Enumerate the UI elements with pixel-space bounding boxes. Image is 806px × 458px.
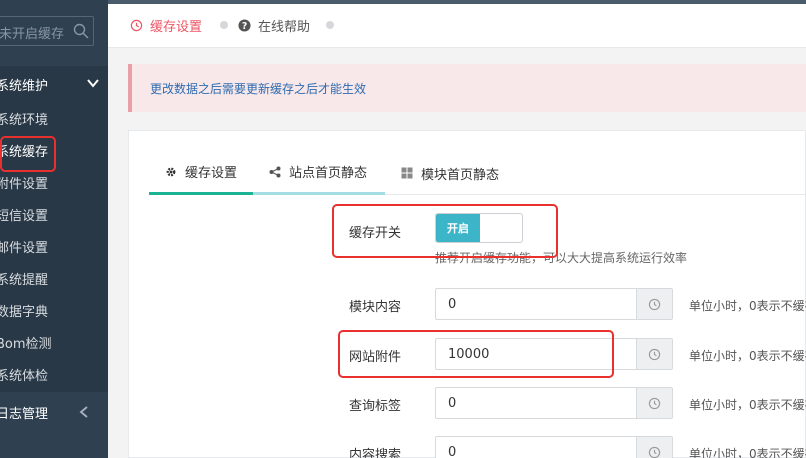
highlight-box bbox=[338, 330, 614, 378]
clock-addon bbox=[636, 437, 672, 458]
unit-hint: 单位小时，0表示不缓存 bbox=[689, 349, 806, 363]
sidebar-item-label: 短信设置 bbox=[0, 208, 49, 224]
tab-site-static[interactable]: 站点首页静态 bbox=[253, 151, 385, 195]
field-label-content-search: 内容搜索 bbox=[349, 448, 402, 458]
sidebar-item-dictionary[interactable]: 数据字典 bbox=[0, 294, 108, 326]
alert-text: 更改数据之后需要更新缓存之后才能生效 bbox=[150, 82, 367, 96]
sidebar: 未开启缓存 系统维护 系统环境 系统缓存 附件设置 短信设置 邮件设置 系统提醒… bbox=[0, 0, 108, 458]
gear-icon bbox=[166, 167, 176, 176]
svg-text:?: ? bbox=[242, 21, 247, 32]
sidebar-group-label: 系统维护 bbox=[0, 78, 49, 94]
chevron-down-icon bbox=[87, 79, 99, 88]
sidebar-item-bom[interactable]: Bom检测 bbox=[0, 326, 108, 358]
clock-addon bbox=[636, 289, 672, 319]
clock-addon bbox=[636, 388, 672, 418]
tab-label: 站点首页静态 bbox=[289, 166, 368, 181]
search-placeholder: 未开启缓存 bbox=[0, 27, 65, 42]
alert-banner: 更改数据之后需要更新缓存之后才能生效 bbox=[128, 64, 806, 112]
sidebar-item-mail[interactable]: 邮件设置 bbox=[0, 230, 108, 262]
sidebar-item-label: 邮件设置 bbox=[0, 240, 49, 256]
sidebar-item-sms[interactable]: 短信设置 bbox=[0, 198, 108, 230]
sidebar-item-label: 附件设置 bbox=[0, 176, 49, 192]
tab-cache-settings[interactable]: 缓存设置 bbox=[130, 16, 202, 35]
tab-label: 模块首页静态 bbox=[421, 167, 500, 183]
input-value: 0 bbox=[448, 445, 457, 458]
unit-hint: 单位小时，0表示不缓存 bbox=[689, 398, 806, 412]
sidebar-search-input[interactable]: 未开启缓存 bbox=[0, 16, 94, 46]
sidebar-item-env[interactable]: 系统环境 bbox=[0, 102, 108, 134]
module-content-input[interactable]: 0 bbox=[435, 288, 673, 320]
tab-module-static[interactable]: 模块首页静态 bbox=[385, 151, 525, 195]
grid-icon bbox=[401, 167, 413, 179]
input-value: 0 bbox=[448, 396, 457, 411]
sidebar-group-label: 日志管理 bbox=[0, 406, 49, 422]
tab-close-dot[interactable] bbox=[220, 21, 228, 29]
highlight-box bbox=[332, 204, 558, 258]
field-label-query-tag: 查询标签 bbox=[349, 399, 402, 414]
sidebar-group-log[interactable]: 日志管理 bbox=[0, 394, 108, 430]
top-tab-bar: 缓存设置 ? 在线帮助 bbox=[108, 0, 806, 48]
sidebar-item-label: 系统体检 bbox=[0, 368, 49, 384]
clock-icon bbox=[648, 298, 661, 310]
settings-panel: 缓存设置 站点首页静态 模块首页静态 缓存开关 开启 推荐开启缓存功能，可以大大… bbox=[128, 130, 806, 458]
unit-hint: 单位小时，0表示不缓存 bbox=[689, 299, 806, 313]
clock-icon bbox=[130, 19, 143, 32]
panel-tabs: 缓存设置 站点首页静态 模块首页静态 bbox=[149, 151, 806, 195]
input-value: 0 bbox=[448, 297, 457, 312]
sidebar-item-label: 系统提醒 bbox=[0, 272, 49, 288]
tab-cache[interactable]: 缓存设置 bbox=[149, 151, 253, 195]
clock-addon bbox=[636, 339, 672, 369]
tab-label: 在线帮助 bbox=[258, 20, 311, 35]
chevron-left-icon bbox=[79, 406, 88, 418]
query-tag-input[interactable]: 0 bbox=[435, 387, 673, 419]
sidebar-item-notify[interactable]: 系统提醒 bbox=[0, 262, 108, 294]
clock-icon bbox=[648, 397, 661, 409]
clock-icon bbox=[648, 348, 661, 360]
sidebar-item-label: Bom检测 bbox=[0, 336, 52, 352]
tab-online-help[interactable]: ? 在线帮助 bbox=[238, 16, 310, 35]
sidebar-group-maintenance[interactable]: 系统维护 bbox=[0, 66, 108, 102]
field-label-module-content: 模块内容 bbox=[349, 300, 402, 315]
question-icon: ? bbox=[238, 19, 251, 32]
sidebar-item-checkup[interactable]: 系统体检 bbox=[0, 358, 108, 390]
sidebar-item-label: 数据字典 bbox=[0, 304, 49, 320]
share-icon bbox=[269, 166, 281, 177]
tab-label: 缓存设置 bbox=[185, 166, 238, 181]
content-search-input[interactable]: 0 bbox=[435, 436, 673, 458]
tab-label: 缓存设置 bbox=[150, 20, 203, 35]
sidebar-item-label: 系统环境 bbox=[0, 112, 49, 128]
tab-close-dot[interactable] bbox=[326, 21, 334, 29]
search-icon[interactable] bbox=[73, 23, 89, 39]
unit-hint: 单位小时，0表示不缓存 bbox=[689, 447, 806, 458]
clock-icon bbox=[648, 446, 661, 458]
highlight-box bbox=[0, 136, 56, 172]
